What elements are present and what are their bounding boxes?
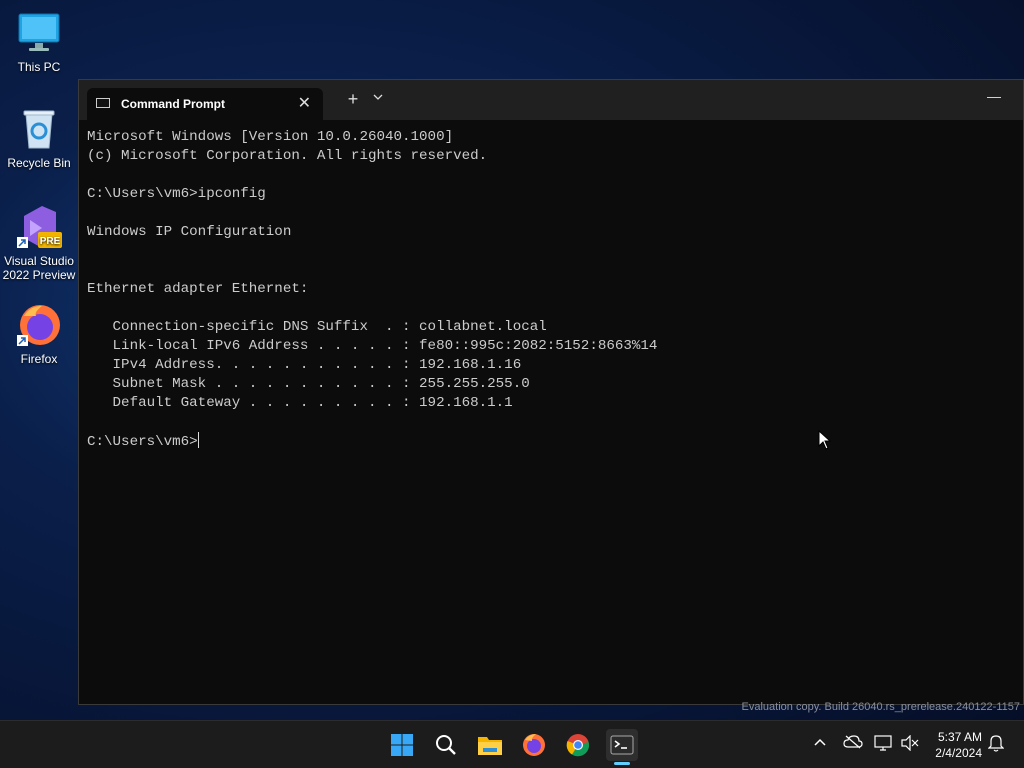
console-output[interactable]: Microsoft Windows [Version 10.0.26040.10…	[87, 128, 1015, 696]
title-bar[interactable]: Command Prompt ✕ + —	[79, 80, 1023, 120]
search-icon	[436, 735, 456, 755]
desktop-icon-visual-studio[interactable]: PRE Visual Studio 2022 Preview	[2, 204, 76, 282]
terminal-window[interactable]: Command Prompt ✕ + — Microsoft Windows […	[78, 79, 1024, 705]
file-explorer-icon	[478, 737, 502, 755]
new-tab-button[interactable]: +	[341, 89, 365, 110]
show-hidden-icons-button[interactable]	[813, 735, 827, 750]
pre-badge: PRE	[40, 236, 61, 247]
network-icon	[874, 735, 892, 751]
search-button[interactable]	[430, 729, 462, 761]
notifications-button[interactable]	[987, 734, 1005, 755]
active-indicator	[614, 762, 630, 765]
mouse-pointer-icon	[818, 430, 832, 450]
start-button[interactable]	[386, 729, 418, 761]
desktop-icon-this-pc[interactable]: This PC	[2, 10, 76, 74]
desktop-icon-recycle-bin[interactable]: Recycle Bin	[2, 106, 76, 170]
terminal-taskbar-button[interactable]	[606, 729, 638, 765]
volume-muted-icon	[901, 734, 919, 752]
terminal-icon	[610, 735, 634, 755]
tab-title: Command Prompt	[121, 97, 226, 111]
console-prompt: C:\Users\vm6>	[87, 434, 198, 450]
firefox-taskbar-button[interactable]	[518, 729, 550, 761]
file-explorer-button[interactable]	[474, 729, 506, 761]
chrome-taskbar-button[interactable]	[562, 729, 594, 761]
chevron-down-icon	[373, 94, 383, 100]
tab-close-button[interactable]: ✕	[298, 93, 311, 113]
desktop-icon-label: Firefox	[20, 352, 58, 366]
desktop-icon-firefox[interactable]: Firefox	[2, 302, 76, 366]
chevron-up-icon	[814, 738, 826, 746]
console-text: Microsoft Windows [Version 10.0.26040.10…	[87, 129, 658, 411]
network-button[interactable]	[874, 735, 894, 754]
evaluation-watermark: Evaluation copy. Build 26040.rs_prerelea…	[741, 701, 1020, 713]
cloud-offline-icon	[843, 735, 863, 749]
tab-dropdown-button[interactable]	[370, 92, 386, 104]
desktop-icon-label: Recycle Bin	[7, 156, 71, 170]
minimize-button[interactable]: —	[987, 88, 1001, 104]
chrome-icon	[566, 734, 590, 757]
firefox-icon	[523, 734, 545, 756]
desktop-icon-label: This PC	[17, 60, 61, 74]
tab-command-prompt[interactable]: Command Prompt ✕	[87, 88, 323, 120]
monitor-icon	[16, 10, 62, 56]
desktop-icon-label: Visual Studio 2022 Preview	[2, 254, 76, 282]
visual-studio-icon: PRE	[16, 204, 62, 250]
windows-start-icon	[391, 734, 413, 756]
text-cursor	[197, 432, 199, 448]
taskbar: 5:37 AM 2/4/2024	[0, 720, 1024, 768]
clock-date: 2/4/2024	[935, 746, 982, 760]
clock-time: 5:37 AM	[937, 730, 982, 744]
command-prompt-icon	[96, 98, 110, 108]
bell-icon	[987, 735, 1005, 752]
onedrive-button[interactable]	[843, 735, 863, 752]
volume-button[interactable]	[901, 734, 919, 754]
recycle-bin-icon	[16, 106, 62, 152]
firefox-icon	[16, 302, 62, 348]
clock[interactable]: 5:37 AM 2/4/2024	[935, 729, 982, 761]
